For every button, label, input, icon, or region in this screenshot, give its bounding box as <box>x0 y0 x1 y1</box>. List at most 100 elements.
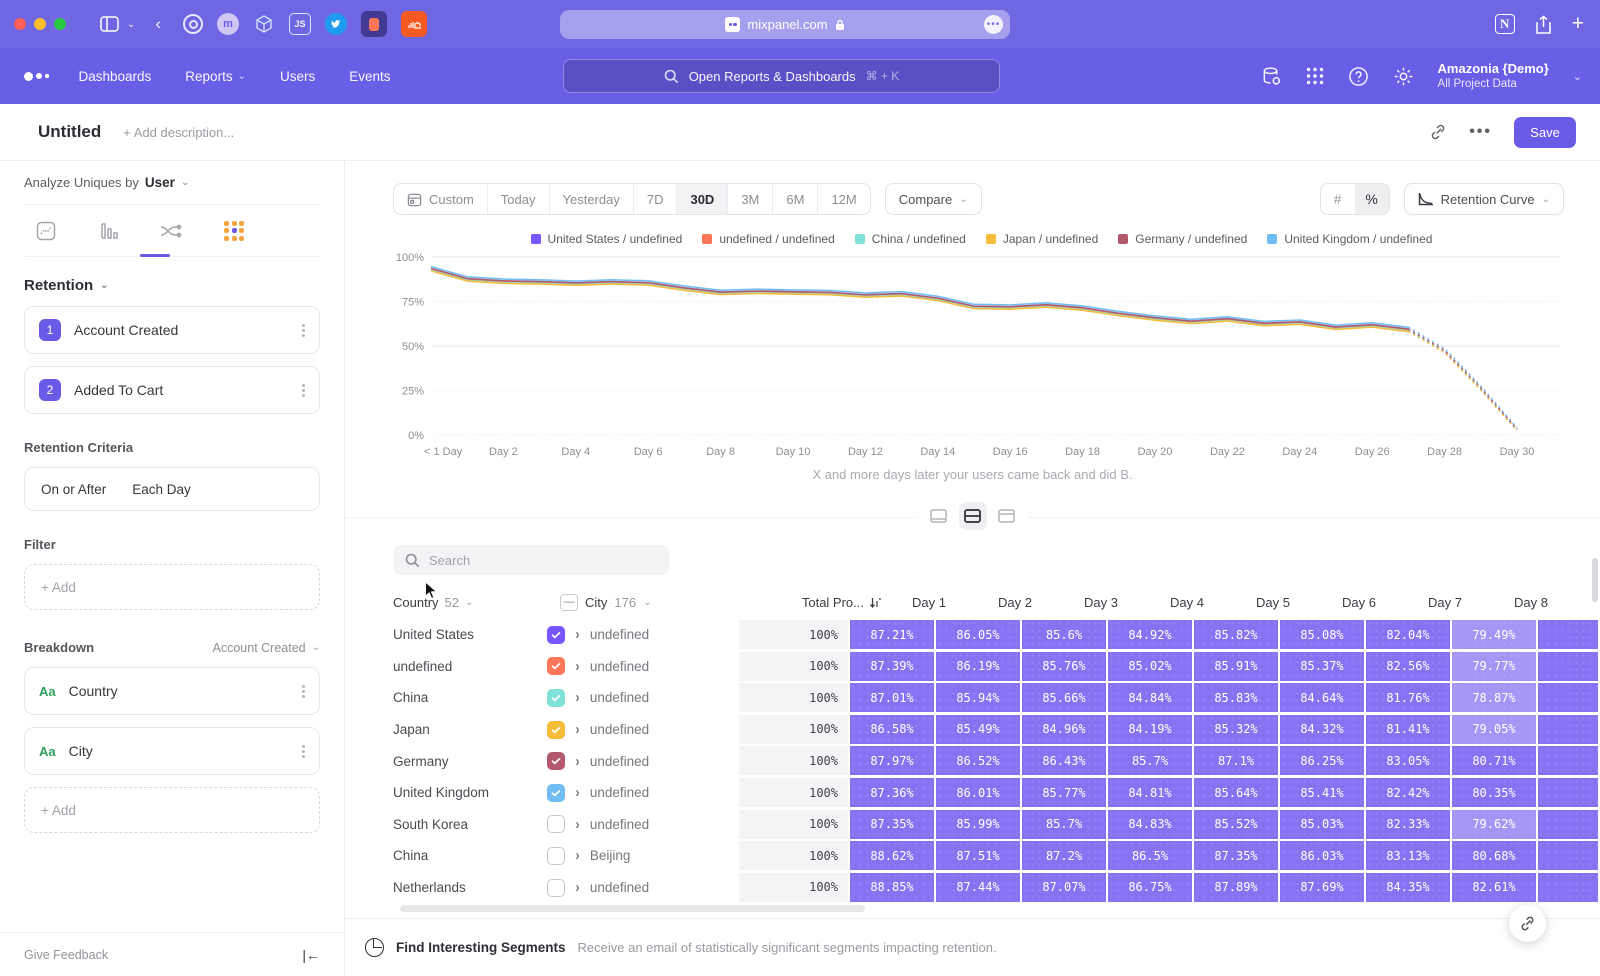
tab-flows[interactable] <box>160 222 182 240</box>
nav-item-dashboards[interactable]: Dashboards <box>79 69 152 84</box>
country-cell[interactable]: United Kingdom <box>393 777 547 809</box>
legend-item[interactable]: United States / undefined <box>531 232 683 246</box>
retention-value-cell[interactable]: 85.77% <box>1022 778 1106 807</box>
date-range-30d[interactable]: 30D <box>677 184 728 214</box>
retention-value-cell[interactable]: 88.62% <box>850 841 934 870</box>
retention-value-cell[interactable]: 80.68% <box>1452 841 1536 870</box>
retention-value-cell[interactable]: 87.97% <box>850 746 934 775</box>
row-checkbox-checked[interactable] <box>547 657 565 675</box>
retention-value-cell[interactable]: 84.35% <box>1366 873 1450 902</box>
select-all-checkbox[interactable]: — <box>560 594 578 611</box>
expand-row-icon[interactable]: › <box>575 753 579 770</box>
retention-value-cell[interactable]: 85.66% <box>1022 683 1106 712</box>
sandbox-extension-icon[interactable] <box>253 13 275 35</box>
retention-line-chart[interactable]: 0%25%50%75%100%< 1 DayDay 2Day 4Day 6Day… <box>391 251 1581 463</box>
retention-value-cell[interactable]: 82.04% <box>1366 620 1450 649</box>
expand-row-icon[interactable]: › <box>575 784 579 801</box>
total-cell[interactable]: 100% <box>739 778 849 807</box>
date-range-3m[interactable]: 3M <box>728 184 773 214</box>
retention-value-cell[interactable]: 86.43% <box>1022 746 1106 775</box>
js-extension-icon[interactable]: JS <box>289 13 311 35</box>
country-cell[interactable]: United States <box>393 619 547 651</box>
share-icon[interactable] <box>1535 15 1552 34</box>
retention-value-cell[interactable]: 86.19% <box>936 652 1020 681</box>
retention-value-cell[interactable]: 86.52% <box>936 746 1020 775</box>
data-management-icon[interactable] <box>1261 66 1282 87</box>
split-layout-button[interactable] <box>959 502 987 530</box>
retention-value-cell[interactable]: 85.7% <box>1108 746 1192 775</box>
total-cell[interactable]: 100% <box>739 652 849 681</box>
retention-value-cell[interactable]: 82.33% <box>1366 810 1450 839</box>
retention-value-cell[interactable]: 87.21% <box>850 620 934 649</box>
country-cell[interactable]: Germany <box>393 745 547 777</box>
retention-value-cell[interactable]: 87.07% <box>1022 873 1106 902</box>
tab-insights[interactable] <box>36 221 56 241</box>
legend-item[interactable]: China / undefined <box>855 232 966 246</box>
minimize-window-button[interactable] <box>34 18 46 30</box>
nav-item-events[interactable]: Events <box>349 69 390 84</box>
close-window-button[interactable] <box>14 18 26 30</box>
legend-item[interactable]: Germany / undefined <box>1118 232 1247 246</box>
retention-value-cell[interactable]: 85.76% <box>1022 652 1106 681</box>
retention-value-cell[interactable]: 88.85% <box>850 873 934 902</box>
country-cell[interactable]: Netherlands <box>393 872 547 904</box>
retention-value-cell[interactable]: 85.7% <box>1022 810 1106 839</box>
monday-extension-icon[interactable]: m <box>217 13 239 35</box>
kebab-menu-icon[interactable] <box>302 690 305 693</box>
date-range-custom[interactable]: Custom <box>394 184 488 214</box>
criteria-operator[interactable]: On or After <box>41 482 106 497</box>
retention-value-cell[interactable]: 85.99% <box>936 810 1020 839</box>
retention-value-cell[interactable]: 81.41% <box>1366 715 1450 744</box>
retention-value-cell[interactable]: 85.52% <box>1194 810 1278 839</box>
row-checkbox-unchecked[interactable] <box>547 847 565 865</box>
retention-value-cell[interactable]: 83.05% <box>1366 746 1450 775</box>
retention-value-cell[interactable]: 84.84% <box>1108 683 1192 712</box>
expand-row-icon[interactable]: › <box>575 847 579 864</box>
retention-value-cell[interactable]: 84.64% <box>1280 683 1364 712</box>
nav-item-users[interactable]: Users <box>280 69 315 84</box>
retention-value-cell[interactable]: 85.41% <box>1280 778 1364 807</box>
apps-grid-icon[interactable] <box>1306 67 1324 85</box>
vertical-scrollbar[interactable] <box>1592 558 1598 602</box>
segments-title[interactable]: Find Interesting Segments <box>396 940 566 955</box>
retention-value-cell[interactable]: 87.35% <box>1194 841 1278 870</box>
retention-value-cell[interactable]: 82.61% <box>1452 873 1536 902</box>
mixpanel-pinned-tab-icon[interactable] <box>361 11 387 37</box>
copy-link-icon[interactable] <box>1429 123 1447 141</box>
retention-value-cell[interactable]: 87.44% <box>936 873 1020 902</box>
mixpanel-logo[interactable] <box>24 72 49 81</box>
kebab-menu-icon[interactable] <box>302 389 305 392</box>
one-password-extension-icon[interactable] <box>183 14 203 34</box>
country-cell[interactable]: South Korea <box>393 809 547 841</box>
retention-value-cell[interactable]: 86.25% <box>1280 746 1364 775</box>
total-cell[interactable]: 100% <box>739 683 849 712</box>
day-column-header[interactable]: Day 7 <box>1402 595 1488 610</box>
total-column-header[interactable]: Total Pro... <box>768 595 886 610</box>
retention-value-cell[interactable]: 86.5% <box>1108 841 1192 870</box>
row-checkbox-checked[interactable] <box>547 626 565 644</box>
legend-item[interactable]: Japan / undefined <box>986 232 1098 246</box>
retention-value-cell[interactable]: 85.91% <box>1194 652 1278 681</box>
page-settings-icon[interactable]: ••• <box>984 15 1003 34</box>
add-filter-button[interactable]: + Add <box>24 564 320 610</box>
tab-group-chevron-icon[interactable]: ⌄ <box>127 19 135 30</box>
retention-value-cell[interactable]: 86.05% <box>936 620 1020 649</box>
breakdown-card[interactable]: Aa Country <box>24 667 320 715</box>
date-range-yesterday[interactable]: Yesterday <box>550 184 634 214</box>
retention-value-cell[interactable]: 84.81% <box>1108 778 1192 807</box>
retention-value-cell[interactable]: 81.76% <box>1366 683 1450 712</box>
retention-value-cell[interactable]: 86.58% <box>850 715 934 744</box>
retention-value-cell[interactable]: 85.82% <box>1194 620 1278 649</box>
expand-row-icon[interactable]: › <box>575 816 579 833</box>
retention-value-cell[interactable]: 86.01% <box>936 778 1020 807</box>
address-bar[interactable]: mixpanel.com ••• <box>560 10 1010 39</box>
table-only-layout-button[interactable] <box>993 502 1021 530</box>
retention-value-cell[interactable]: 78.87% <box>1452 683 1536 712</box>
retention-value-cell[interactable]: 87.39% <box>850 652 934 681</box>
retention-value-cell[interactable]: 84.32% <box>1280 715 1364 744</box>
day-column-header[interactable]: Day 1 <box>886 595 972 610</box>
legend-item[interactable]: undefined / undefined <box>702 232 834 246</box>
day-column-header[interactable]: Day 2 <box>972 595 1058 610</box>
retention-step-card[interactable]: 1 Account Created <box>24 306 320 354</box>
chart-type-dropdown[interactable]: Retention Curve⌄ <box>1404 183 1564 215</box>
